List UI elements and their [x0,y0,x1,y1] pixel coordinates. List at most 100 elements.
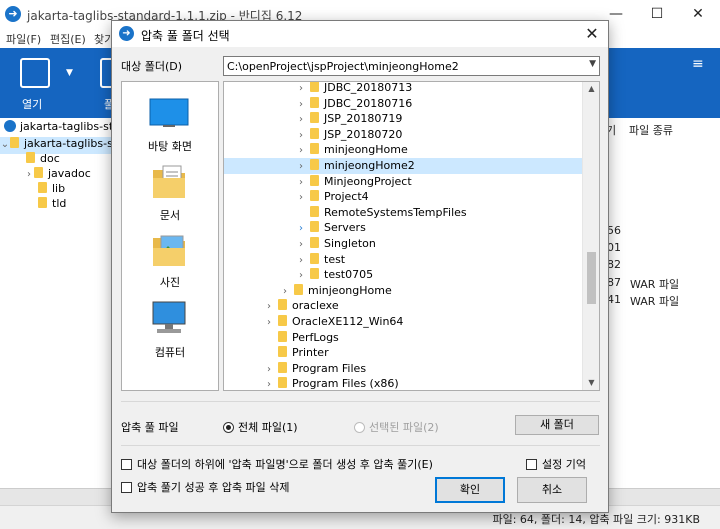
chevron-down-icon[interactable]: ▼ [589,59,596,69]
folder-name: JSP_20180719 [324,112,403,126]
scroll-thumb[interactable] [587,252,596,304]
folder-tree-item[interactable]: › JDBC_20180716 [224,96,582,112]
documents-icon [153,165,185,198]
folder-name: Servers [324,221,366,235]
menu-file[interactable]: 파일(F) [6,31,41,47]
folder-name: Printer [292,346,329,360]
folder-tree-item[interactable]: › JSP_20180719 [224,111,582,127]
folder-tree-item[interactable]: › OracleXE112_Win64 [224,314,582,330]
place-documents[interactable]: 문서 [122,154,218,222]
scroll-down-icon[interactable]: ▼ [583,378,599,387]
more-menu-icon[interactable]: ≡ [692,56,704,72]
extract-files-label: 압축 풀 파일 [121,421,179,434]
folder-tree-item[interactable]: RemoteSystemsTempFiles [224,205,582,221]
checkbox-create-subfolder[interactable]: 대상 폴더의 하위에 '압축 파일명'으로 폴더 생성 후 압축 풀기(E) [121,456,433,472]
expand-arrow-icon[interactable]: › [296,268,306,283]
place-pictures[interactable]: 사진 [122,222,218,290]
folder-tree-item[interactable]: › Singleton [224,236,582,252]
expand-arrow-icon[interactable]: › [296,175,306,190]
folder-tree-item[interactable]: Printer [224,345,582,361]
expand-arrow-icon[interactable]: › [296,82,306,96]
ok-button[interactable]: 확인 [435,477,505,503]
expand-arrow-icon[interactable]: › [264,362,274,377]
checkbox-remember-settings[interactable]: 설정 기억 [526,456,586,472]
place-label: 사진 [159,276,181,289]
close-icon[interactable]: ✕ [580,23,604,45]
tree-item[interactable]: tld [38,197,66,214]
folder-tree-item[interactable]: PerfLogs [224,330,582,346]
expand-arrow-icon[interactable]: › [296,237,306,252]
expand-arrow-icon[interactable]: › [264,315,274,330]
folder-tree-item[interactable]: › MinjeongProject [224,174,582,190]
folder-tree-item[interactable]: › test [224,252,582,268]
folder-name: Program Files (x86) [292,377,399,391]
folder-tree-item[interactable]: › oraclexe [224,298,582,314]
folder-icon [310,205,319,217]
cancel-button[interactable]: 취소 [517,477,587,503]
folder-icon [310,237,319,248]
checkbox-icon[interactable] [121,459,132,470]
folder-tree-item[interactable]: › JDBC_20180713 [224,81,582,96]
place-computer[interactable]: 컴퓨터 [122,290,218,362]
collapse-arrow-icon[interactable]: › [24,169,34,180]
radio-all-files[interactable]: 전체 파일(1) [223,419,298,435]
place-desktop[interactable]: 바탕 화면 [122,82,218,154]
folder-tree-item[interactable]: › Program Files (x86) [224,376,582,391]
radio-unselected-icon[interactable] [354,422,365,433]
open-button-label[interactable]: 열기 [22,96,42,112]
folder-tree-item[interactable]: › minjeongHome2 [224,158,582,174]
expand-arrow-icon[interactable]: › [296,128,306,143]
folder-icon [310,174,319,186]
folder-icon [310,112,319,124]
close-window-button[interactable]: ✕ [678,4,718,24]
tree-vertical-scrollbar[interactable]: ▲ ▼ [582,82,599,390]
expand-arrow-icon[interactable]: › [296,253,306,268]
expand-arrow-icon[interactable]: › [296,112,306,127]
maximize-button[interactable]: ☐ [637,4,677,24]
folder-tree-item[interactable]: › JSP_20180720 [224,127,582,143]
expand-arrow-icon[interactable]: › [264,377,274,390]
folder-tree[interactable]: › JDBC_20180713 › JDBC_20180716 › JSP_2018071… [223,81,600,391]
expand-arrow-icon[interactable]: › [280,284,290,299]
new-folder-button[interactable]: 새 폴더 [515,415,599,435]
expand-arrow-icon[interactable]: › [296,221,306,236]
folder-tree-item[interactable]: › minjeongHome [224,283,582,299]
target-folder-combobox[interactable]: C:\openProject\jspProject\minjeongHome2 … [223,56,600,76]
folder-name: JDBC_20180713 [324,81,413,94]
expand-arrow-icon[interactable]: › [296,190,306,205]
target-folder-value[interactable]: C:\openProject\jspProject\minjeongHome2 [227,60,459,73]
file-size: 01 [607,241,621,254]
menu-edit[interactable]: 편집(E) [50,31,86,47]
folder-tree-item[interactable]: › Project4 [224,189,582,205]
folder-icon [278,330,287,342]
expand-arrow-icon[interactable]: › [296,97,306,112]
radio-selected-icon[interactable] [223,422,234,433]
checkbox-icon[interactable] [526,459,537,470]
folder-icon [310,127,319,139]
folder-name: JDBC_20180716 [324,96,413,110]
open-archive-icon[interactable] [20,58,50,88]
pictures-icon [153,235,185,266]
file-list-pane: 기 파일 종류 56 01 82 87 WAR 파일 41 WAR 파일 [603,118,720,488]
folder-name: Program Files [292,361,367,375]
folder-tree-item[interactable]: › Servers [224,220,582,236]
expand-arrow-icon[interactable]: › [296,143,306,158]
open-dropdown-icon[interactable]: ▼ [66,68,73,78]
folder-tree-item[interactable]: › minjeongHome [224,142,582,158]
radio-selected-files[interactable]: 선택된 파일(2) [354,419,439,435]
folder-icon [310,143,319,155]
folder-tree-item[interactable]: › test0705 [224,267,582,283]
folder-icon [278,361,287,373]
places-panel: 바탕 화면 문서 사진 컴퓨터 [121,81,219,391]
folder-name: Project4 [324,190,369,204]
expand-arrow-icon[interactable]: ⌄ [0,139,10,150]
expand-arrow-icon[interactable]: › [296,159,306,174]
checkbox-icon[interactable] [121,482,132,493]
column-header-type[interactable]: 파일 종류 [629,122,673,138]
expand-arrow-icon[interactable]: › [264,299,274,314]
file-type: WAR 파일 [630,295,680,308]
folder-tree-item[interactable]: › Program Files [224,361,582,377]
checkbox-delete-archive[interactable]: 압축 풀기 성공 후 압축 파일 삭제 [121,479,290,495]
scroll-up-icon[interactable]: ▲ [583,84,599,93]
folder-icon [278,346,287,358]
